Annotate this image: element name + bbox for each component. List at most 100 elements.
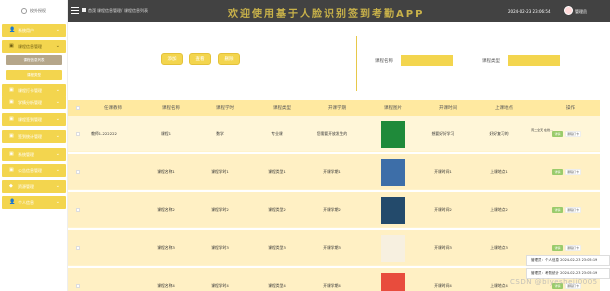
course-image (381, 159, 405, 186)
cell-time: 开课时间1 (434, 169, 452, 174)
logo-icon (21, 8, 27, 14)
row-checkbox[interactable] (76, 170, 80, 174)
course-image (381, 273, 405, 291)
detail-button[interactable]: 详情 (552, 169, 563, 175)
cell-place: 好好复习的 (489, 131, 509, 136)
chevron-down-icon: ⌄ (55, 87, 60, 93)
avatar[interactable] (564, 6, 573, 15)
th-name: 课程名称 (162, 106, 180, 111)
sidebar-item-label: 学情分析管理 (18, 99, 42, 105)
course-name-label: 课程名称 (375, 59, 393, 64)
row-checkbox[interactable] (76, 132, 80, 136)
course-type-label: 课程类型 (482, 59, 500, 64)
table-row[interactable]: 教师1-222222 课程1 数学 专业课 您需要开放发生的 想要好好学习 好好复习的 周二全… (68, 116, 600, 152)
sidebar-item[interactable]: ▣ 签到统计管理 ⌄ (2, 130, 66, 143)
sidebar-subitem[interactable]: 课程信息列表 (6, 55, 62, 65)
cell-semester: 您需要开放发生的 (316, 131, 348, 136)
detail-button[interactable]: 详情 (552, 245, 563, 251)
detail-button[interactable]: 详情 (552, 207, 563, 213)
menu-icon: ▣ (9, 116, 14, 122)
sidebar: 校外授权 👤 系统用户 ⌄ ▣ 课程信息管理 ⌄ ▣ 课程打卡管理 ⌄ ▣ 学情分析管理 ⌄ ▣ 课程签到… (0, 0, 68, 291)
sidebar-subitem[interactable]: 课程类型 (6, 70, 62, 80)
sidebar-item[interactable]: ▣ 公告信息管理 ⌄ (2, 164, 66, 177)
cell-type: 课程类型1 (268, 169, 286, 174)
chevron-down-icon: ⌄ (55, 99, 60, 105)
username[interactable]: 管理员 (575, 9, 587, 15)
cell-hours: 课程学时3 (211, 245, 229, 250)
cell-place: 上课地点1 (490, 169, 508, 174)
course-checkin-button[interactable]: 课程打卡 (565, 169, 581, 175)
cell-place: 上课地点2 (490, 207, 508, 212)
course-checkin-button[interactable]: 课程打卡 (565, 245, 581, 251)
cell-name: 课程名称4 (157, 283, 175, 288)
cell-type: 课程类型3 (268, 245, 286, 250)
chevron-down-icon: ⌄ (55, 183, 60, 189)
th-semester: 开课学期 (328, 106, 346, 111)
th-hours: 课程学时 (216, 106, 234, 111)
course-checkin-button[interactable]: 课程打卡 (565, 131, 581, 137)
sidebar-item-label: 资源管理 (18, 183, 34, 189)
sidebar-item-label: 课程信息管理 (18, 43, 42, 49)
table-row[interactable]: 课程名称1 课程学时1 课程类型1 开课学期1 开课时间1 上课地点1 详情 课程打卡 (68, 154, 600, 190)
home-icon[interactable] (82, 8, 86, 12)
sidebar-item[interactable]: 👤 系统用户 ⌄ (2, 24, 66, 37)
logo: 校外授权 (0, 0, 67, 22)
menu-icon: ▣ (9, 87, 14, 93)
chevron-down-icon: ⌄ (55, 43, 60, 49)
cell-time: 开课时间3 (434, 245, 452, 250)
cell-hours: 课程学时1 (211, 169, 229, 174)
detail-button[interactable]: 详情 (552, 131, 563, 137)
sidebar-item[interactable]: 👤 个人信息 ⌄ (2, 196, 66, 209)
cell-type: 课程类型4 (268, 283, 286, 288)
table-row[interactable]: 课程名称3 课程学时3 课程类型3 开课学期3 开课时间3 上课地点3 详情 课程打卡 (68, 230, 600, 266)
chevron-down-icon: ⌄ (55, 167, 60, 173)
menu-icon: ▣ (9, 167, 14, 173)
cell-name: 课程1 (160, 131, 172, 136)
th-time: 开课时间 (439, 106, 457, 111)
top-header: 首页 / 课程信息管理 / 课程信息列表 欢迎使用基于人脸识别签到考勤APP 2… (68, 0, 610, 22)
course-name-input[interactable] (401, 55, 453, 66)
sidebar-item[interactable]: ▣ 课程信息管理 ⌄ (2, 40, 66, 53)
row-checkbox[interactable] (76, 208, 80, 212)
table-row[interactable]: 课程名称2 课程学时2 课程类型2 开课学期2 开课时间2 上课地点2 详情 课程打卡 (68, 192, 600, 228)
breadcrumb-section[interactable]: 课程信息管理 (97, 8, 121, 14)
chevron-down-icon: ⌄ (55, 116, 60, 122)
course-checkin-button[interactable]: 课程打卡 (565, 207, 581, 213)
toolbar-divider (356, 36, 357, 91)
cell-time: 开课时间2 (434, 207, 452, 212)
cell-type: 课程类型2 (268, 207, 286, 212)
cell-hours: 课程学时4 (211, 283, 229, 288)
sidebar-item[interactable]: ▣ 系统管理 ⌄ (2, 148, 66, 161)
breadcrumb-current: 课程信息列表 (124, 8, 148, 13)
notification-toast: 管理员：个人信息 2024-02-23 23:05:19 (526, 255, 610, 266)
sidebar-item[interactable]: ▣ 课程签到管理 ⌄ (2, 113, 66, 126)
delete-button[interactable]: 删除 (218, 53, 240, 65)
header-datetime: 2024-02-23 23:06:54 (508, 9, 551, 14)
logo-text: 校外授权 (30, 8, 46, 13)
th-pic: 课程图片 (384, 106, 402, 111)
cell-hours: 课程学时2 (211, 207, 229, 212)
add-button[interactable]: 添加 (161, 53, 183, 65)
course-image (381, 235, 405, 262)
menu-icon: ◆ (9, 183, 13, 189)
chevron-down-icon: ⌄ (55, 199, 60, 205)
course-type-input[interactable] (508, 55, 560, 66)
sidebar-item[interactable]: ▣ 学情分析管理 ⌄ (2, 96, 66, 109)
row-checkbox[interactable] (76, 284, 80, 288)
menu-toggle-icon[interactable] (71, 7, 79, 14)
cell-semester: 开课学期3 (323, 245, 341, 250)
cell-time: 想要好好学习 (431, 131, 455, 136)
sidebar-item-label: 课程打卡管理 (18, 87, 42, 93)
sidebar-item-label: 公告信息管理 (18, 167, 42, 173)
menu-icon: ▣ (9, 133, 14, 139)
sidebar-item[interactable]: ◆ 资源管理 ⌄ (2, 180, 66, 193)
row-checkbox[interactable] (76, 246, 80, 250)
view-button[interactable]: 查看 (189, 53, 211, 65)
menu-icon: 👤 (9, 199, 16, 205)
select-all-checkbox[interactable] (76, 106, 80, 110)
th-place: 上课地点 (495, 106, 513, 111)
menu-icon: ▣ (9, 99, 14, 105)
th-type: 课程类型 (273, 106, 291, 111)
sidebar-item-label: 系统用户 (18, 27, 34, 33)
th-teacher: 任课教师 (104, 106, 122, 111)
